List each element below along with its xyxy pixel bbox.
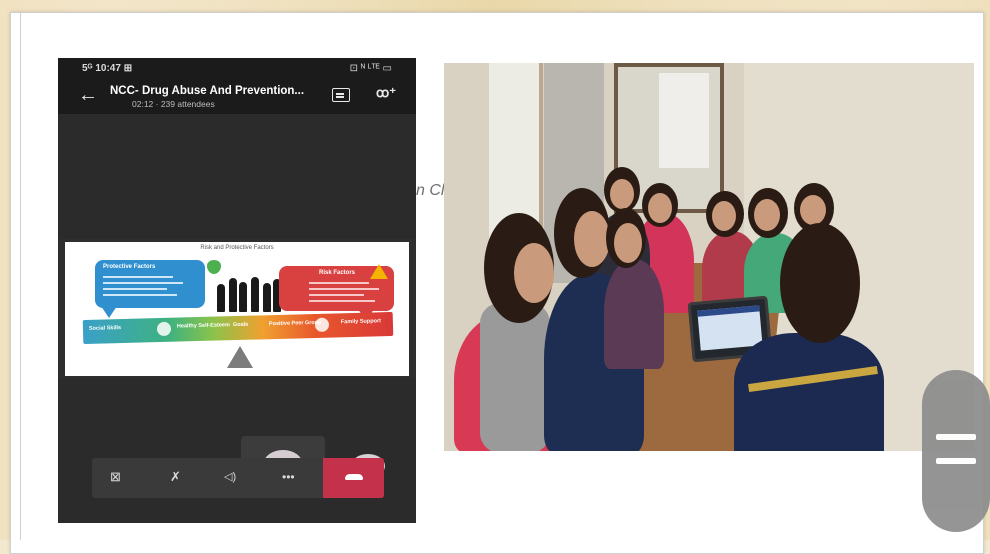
partial-caption-text: n Cl [416, 182, 445, 199]
student-face [648, 193, 672, 223]
back-arrow-icon[interactable]: ← [78, 84, 98, 107]
video-area-bottom [58, 378, 416, 523]
cadet-student [734, 333, 884, 451]
text-line [103, 294, 177, 296]
figure [263, 283, 271, 312]
meeting-subtitle: 02:12 · 239 attendees [132, 99, 215, 109]
student-face [614, 223, 642, 263]
chat-icon[interactable] [332, 88, 350, 102]
student-face [574, 211, 610, 267]
call-controls: ⊠ ✗ ◁) ••• [92, 458, 384, 498]
status-icons: ⊡ ᴺ ᴸᵀᴱ ▭ [349, 63, 392, 74]
text-line [309, 294, 364, 296]
handle-bar [936, 458, 976, 464]
text-line [309, 282, 369, 284]
segment-label: Healthy Self-Esteem [176, 322, 230, 330]
balance-beam: Social Skills Healthy Self-Esteem Goals … [82, 311, 394, 345]
segment-icon [314, 317, 330, 332]
card-margin-line [20, 12, 21, 540]
mic-off-icon[interactable]: ✗ [170, 470, 181, 484]
hang-up-icon [345, 474, 363, 480]
crowd-silhouette [215, 276, 285, 312]
text-line [103, 288, 167, 290]
video-off-icon[interactable]: ⊠ [110, 470, 121, 484]
window-pane [659, 73, 709, 168]
protective-label: Protective Factors [103, 264, 156, 270]
figure [239, 282, 247, 312]
segment-label: Positive Peer Group [268, 319, 322, 328]
student-face [800, 195, 826, 225]
figure [217, 284, 225, 312]
phone-status-bar: 5ᴳ 10:47 ⊞ ⊡ ᴺ ᴸᵀᴱ ▭ [58, 58, 416, 80]
meeting-title: NCC- Drug Abuse And Prevention... [110, 85, 305, 97]
protective-factors-box: Protective Factors [95, 260, 205, 318]
call-header: ← NCC- Drug Abuse And Prevention... 02:1… [58, 80, 416, 114]
student-face [754, 199, 780, 231]
segment-label: Family Support [340, 318, 381, 326]
status-time: 5ᴳ 10:47 ⊞ [82, 63, 133, 74]
text-line [103, 282, 183, 284]
risk-label: Risk Factors [319, 270, 356, 276]
segment-icon [156, 321, 172, 337]
shield-icon [207, 260, 221, 274]
figure [229, 278, 237, 312]
slide-title: Risk and Protective Factors [200, 245, 274, 251]
participants-icon[interactable]: ꝏ⁺ [376, 85, 396, 101]
text-line [103, 276, 173, 278]
more-options-icon[interactable]: ••• [282, 470, 295, 484]
student-face [610, 179, 634, 209]
student-face [514, 243, 554, 303]
cadet-hair [780, 223, 860, 343]
fulcrum-triangle [227, 346, 253, 368]
handle-bar [936, 434, 976, 440]
figure [251, 277, 259, 312]
meeting-screenshot: 5ᴳ 10:47 ⊞ ⊡ ᴺ ᴸᵀᴱ ▭ ← NCC- Drug Abuse A… [58, 58, 416, 523]
shared-slide: Risk and Protective Factors Protective F… [65, 242, 409, 376]
hang-up-button[interactable] [323, 458, 384, 498]
text-line [309, 300, 375, 302]
text-line [309, 288, 379, 290]
video-area-top [58, 114, 416, 239]
student-face [712, 201, 736, 231]
segment-label: Goals [232, 321, 249, 329]
warning-icon [370, 264, 388, 279]
speaker-icon[interactable]: ◁) [224, 470, 236, 484]
scarf [480, 303, 550, 451]
segment-label: Social Skills [88, 325, 122, 332]
student [604, 259, 664, 369]
classroom-photo [444, 63, 974, 451]
scroll-handle-icon[interactable] [922, 370, 990, 532]
